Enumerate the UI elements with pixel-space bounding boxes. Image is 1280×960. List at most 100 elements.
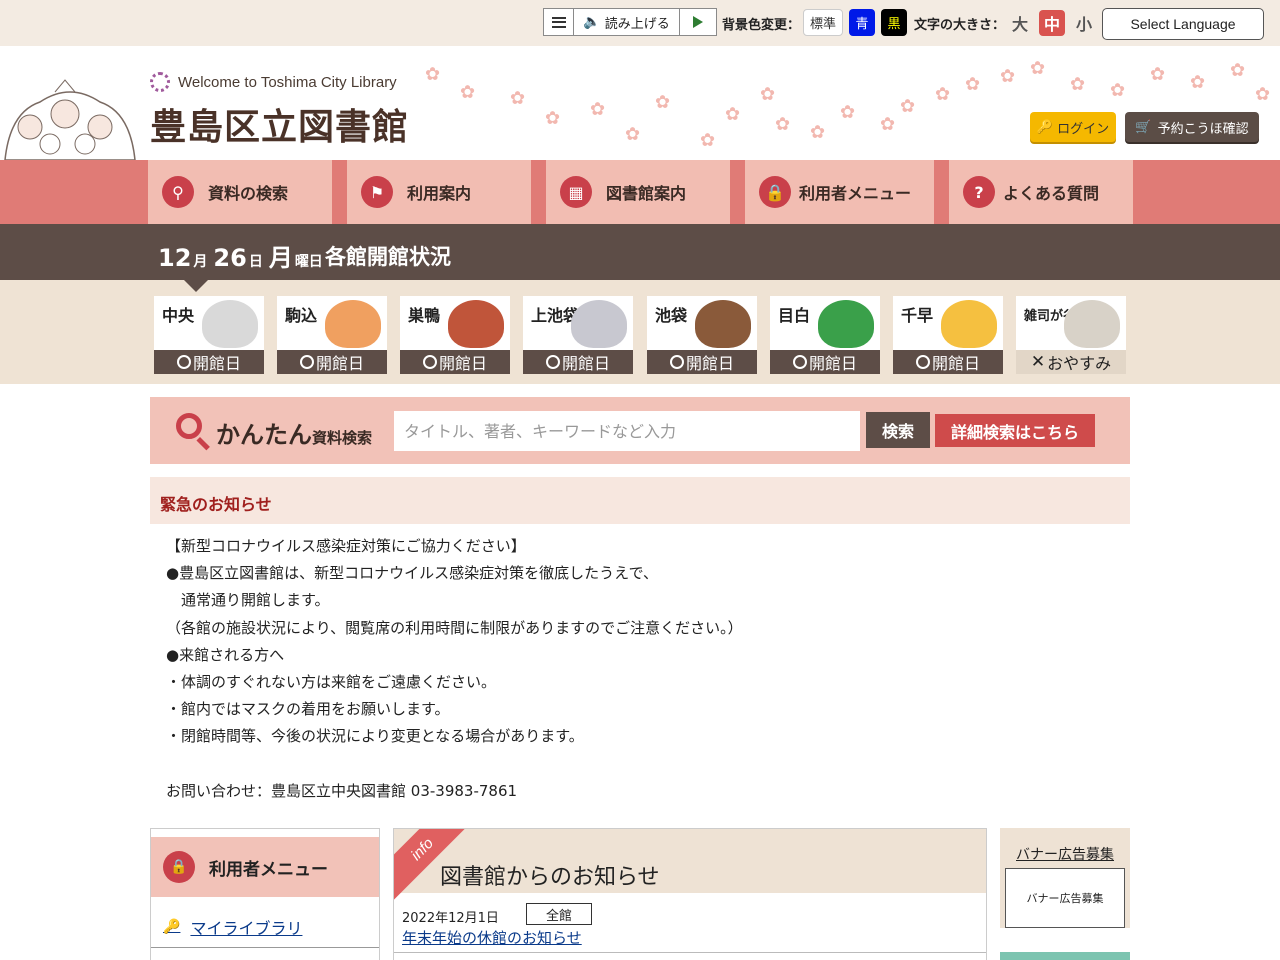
branch-mascot-icon (571, 300, 627, 348)
font-size-medium-button[interactable]: 中 (1039, 10, 1065, 36)
flower-logo-icon (150, 72, 170, 92)
emergency-line: お問い合わせ：豊島区立中央図書館 03-3983-7861 (166, 781, 518, 800)
petal-icon: ✿ (810, 122, 826, 143)
open-circle-icon (915, 355, 930, 369)
banner-ad-title-link[interactable]: バナー広告募集 (1000, 844, 1130, 864)
branch-status-label: 開館日 (315, 354, 364, 373)
branch-status: ✕ おやすみ (1016, 350, 1126, 374)
select-language-button[interactable]: Select Language (1102, 8, 1264, 40)
divider (394, 952, 986, 953)
read-aloud-button[interactable]: 🔈 読み上げる (574, 9, 680, 35)
petal-icon: ✿ (1070, 74, 1086, 95)
font-size-small-button[interactable]: 小 (1071, 10, 1097, 36)
petal-icon: ✿ (590, 99, 606, 120)
petal-icon: ✿ (1110, 80, 1126, 101)
branch-mascot-icon (448, 300, 504, 348)
play-button[interactable] (680, 9, 716, 35)
branch-name: 千早 (901, 306, 934, 325)
font-size-large-button[interactable]: 大 (1007, 10, 1033, 36)
branch-tile[interactable]: 雑司が谷 ✕ おやすみ (1016, 296, 1126, 374)
petal-icon: ✿ (840, 102, 856, 123)
pointer-arrow (184, 280, 208, 292)
date-month-unit: 月 (193, 254, 208, 270)
welcome-text: Welcome to Toshima City Library (178, 73, 397, 91)
nav-label: 利用者メニュー (799, 184, 912, 203)
branch-name: 池袋 (655, 306, 688, 325)
closed-cross-icon: ✕ (1030, 352, 1046, 372)
emergency-line: ・体調のすぐれない方は来館をご遠慮ください。 (166, 672, 497, 691)
login-button[interactable]: 🔑 ログイン (1030, 112, 1116, 142)
branch-tile[interactable]: 巣鴨開館日 (400, 296, 510, 374)
branch-tile[interactable]: 上池袋 開館日 (523, 296, 633, 374)
branch-tile[interactable]: 目白 開館日 (770, 296, 880, 374)
opening-status-bar: 12 月 26 日 月曜日 各館開館状況 (0, 224, 1280, 292)
search-button[interactable]: 検索 (866, 412, 930, 448)
opening-status-title: 各館開館状況 (325, 245, 451, 269)
branch-name: 目白 (778, 306, 811, 325)
font-size-label: 文字の大きさ： (914, 18, 1006, 33)
play-icon (693, 16, 703, 28)
current-date: 12 月 26 日 月曜日 (158, 238, 329, 273)
date-month: 12 (158, 244, 192, 272)
login-label: ログイン (1057, 121, 1110, 137)
bg-black-button[interactable]: 黒 (881, 9, 907, 36)
petal-icon: ✿ (760, 84, 776, 105)
branch-mascot-icon (941, 300, 997, 348)
petal-icon: ✿ (1230, 60, 1246, 81)
question-icon: ? (963, 176, 995, 208)
branch-tile[interactable]: 池袋開館日 (647, 296, 757, 374)
emergency-notice-body: 【新型コロナウイルス感染症対策にご協力ください】 ●豊島区立図書館は、新型コロナ… (166, 534, 1066, 806)
nav-item-search[interactable]: ⚲ 資料の検索 (148, 160, 332, 224)
banner-strip (1000, 952, 1130, 960)
date-day-unit: 日 (248, 254, 263, 270)
my-library-link[interactable]: 🔑 マイライブラリ (163, 915, 302, 939)
branch-tile[interactable]: 千早開館日 (893, 296, 1003, 374)
search-input[interactable] (394, 411, 860, 451)
banner-ad-box[interactable]: バナー広告募集 (1005, 868, 1125, 928)
petal-icon: ✿ (1255, 84, 1271, 105)
petal-icon: ✿ (1030, 58, 1046, 79)
notice-link[interactable]: 年末年始の休館のお知らせ (402, 927, 582, 948)
emergency-line: 【新型コロナウイルス感染症対策にご協力ください】 (166, 537, 526, 555)
bg-standard-button[interactable]: 標準 (803, 9, 843, 36)
emergency-line (166, 752, 1066, 779)
petal-icon: ✿ (625, 124, 641, 145)
branch-status-strip: 中央 開館日 駒込 開館日 巣鴨 開館日 上池袋 開館日 池袋 開館日 目白 開館日 千早 開館日 雑司が谷… (0, 280, 1280, 384)
library-notices-panel: info 図書館からのお知らせ 2022年12月1日 全館 年末年始の休館のお知… (393, 828, 987, 960)
quick-search-panel: かんたん資料検索 検索 詳細検索はこちら (150, 397, 1130, 464)
branch-status-label: 開館日 (931, 354, 980, 373)
branch-status: 開館日 (893, 350, 1003, 374)
emergency-line: （各館の施設状況により、閲覧席の利用時間に制限がありますのでご注意ください。） (166, 618, 743, 637)
advanced-search-button[interactable]: 詳細検索はこちら (935, 414, 1095, 447)
read-menu-button[interactable] (544, 9, 574, 35)
user-menu-panel: 🔒 利用者メニュー 🔑 マイライブラリ (150, 828, 380, 960)
petal-icon: ✿ (1190, 72, 1206, 93)
branch-status-label: 開館日 (561, 354, 610, 373)
notice-category-badge: 全館 (526, 903, 592, 925)
petal-icon: ✿ (545, 108, 561, 129)
petal-icon: ✿ (425, 64, 441, 85)
branch-status: 開館日 (400, 350, 510, 374)
open-circle-icon (545, 355, 560, 369)
branch-tile[interactable]: 中央 開館日 (154, 296, 264, 374)
branch-mascot-icon (325, 300, 381, 348)
site-title[interactable]: 豊島区立図書館 (150, 98, 409, 150)
utility-bar: 🔈 読み上げる 背景色変更： 標準 青 黒 文字の大きさ： 大 中 小 Selec… (0, 0, 1280, 46)
petal-icon: ✿ (1150, 64, 1166, 85)
branch-name: 巣鴨 (408, 306, 441, 325)
main-navigation: ⚲ 資料の検索 ⚑ 利用案内 ▦ 図書館案内 🔒 利用者メニュー ? よくある質問 (0, 160, 1280, 224)
branch-name: 中央 (162, 306, 195, 325)
branch-tile[interactable]: 駒込 開館日 (277, 296, 387, 374)
divider (151, 947, 379, 948)
petal-icon: ✿ (900, 96, 916, 117)
reservation-candidates-button[interactable]: 🛒 予約こうほ確認 (1125, 112, 1259, 142)
nav-item-guide[interactable]: ⚑ 利用案内 (347, 160, 531, 224)
nav-item-faq[interactable]: ? よくある質問 (949, 160, 1133, 224)
nav-item-library-info[interactable]: ▦ 図書館案内 (546, 160, 730, 224)
bg-blue-button[interactable]: 青 (849, 9, 875, 36)
petal-icon: ✿ (725, 104, 741, 125)
notice-date: 2022年12月1日 (402, 911, 499, 926)
branch-status-label: 開館日 (685, 354, 734, 373)
nav-item-user-menu[interactable]: 🔒 利用者メニュー (745, 160, 934, 224)
branch-mascot-icon (818, 300, 874, 348)
